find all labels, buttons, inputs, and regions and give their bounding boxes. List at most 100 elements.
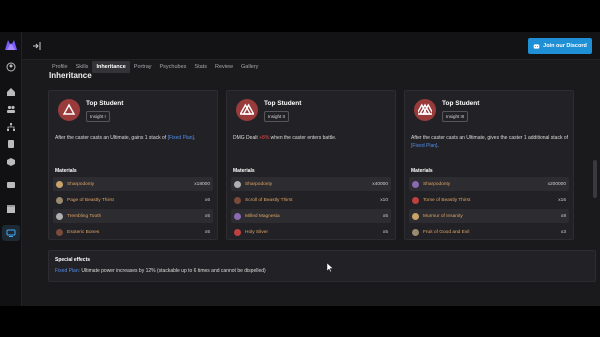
scroll-of-beastly-thirst-icon — [234, 196, 241, 204]
desc-highlight: +8% — [259, 135, 270, 141]
discord-label: Join our Discord — [543, 43, 587, 49]
special-effects-heading: Special effects — [55, 257, 91, 263]
letterbox-top — [0, 0, 600, 32]
insight-emblem-icon — [58, 99, 80, 121]
inheritance-card-1: Top Student Insight I After the caster c… — [48, 90, 218, 240]
material-row[interactable]: Holy Silver x5 — [231, 225, 391, 239]
tab-review[interactable]: Review — [211, 61, 237, 73]
material-quantity: x3 — [560, 229, 566, 235]
insight-badge: Insight III — [442, 111, 469, 122]
cube-icon[interactable] — [6, 157, 16, 167]
material-quantity: x6 — [204, 197, 210, 203]
insight-badge: Insight II — [264, 111, 290, 122]
desc-highlight[interactable]: [Fixed Plan] — [411, 143, 437, 149]
main-content: Inheritance Profile Skills Inheritance Port… — [22, 60, 600, 306]
material-name: Tome of Beastly Thirst — [423, 197, 471, 203]
card-title: Top Student — [442, 100, 480, 107]
fixed-plan-term[interactable]: Fixed Plan: — [55, 268, 80, 274]
card-title: Top Student — [264, 100, 302, 107]
material-quantity: x5 — [382, 213, 388, 219]
material-quantity: x5 — [204, 229, 210, 235]
insight-emblem-icon — [236, 99, 258, 121]
left-nav-rail — [0, 32, 22, 306]
material-quantity: x5 — [204, 213, 210, 219]
desc-highlight[interactable]: [Fixed Plan] — [168, 135, 194, 141]
page-of-beastly-thirst-icon — [56, 196, 63, 204]
material-name: Sharpodonty — [245, 181, 273, 187]
material-quantity: x8 — [560, 213, 566, 219]
special-effects-panel: Special effects Fixed Plan: Ultimate pow… — [48, 250, 596, 282]
material-row[interactable]: Page of Beastly Thirst x6 — [53, 193, 213, 207]
material-name: Fruit of Good and Evil — [423, 229, 470, 235]
book-icon[interactable] — [6, 139, 16, 149]
material-row[interactable]: Sharpodonty x18000 — [53, 177, 213, 191]
material-name: Milled Magnesia — [245, 213, 280, 219]
desc-text: After the caster casts an Ultimate, gain… — [55, 135, 168, 141]
material-row[interactable]: Scroll of Beastly Thirst x10 — [231, 193, 391, 207]
desc-text: DMG Dealt — [233, 135, 260, 141]
materials-heading: Materials — [233, 168, 255, 174]
card-description: After the caster casts an Ultimate, give… — [411, 134, 569, 150]
tab-psychubes[interactable]: Psychubes — [156, 61, 191, 73]
tome-of-beastly-thirst-icon — [412, 196, 419, 204]
material-row[interactable]: Esoteric Bones x5 — [53, 225, 213, 239]
desc-text: . — [193, 135, 196, 141]
card-icon[interactable] — [6, 180, 16, 190]
material-quantity: x40000 — [372, 181, 388, 187]
material-name: Holy Silver — [245, 229, 268, 235]
esoteric-bones-icon — [56, 228, 63, 236]
insight-badge: Insight I — [86, 111, 110, 122]
material-row[interactable]: Trembling Tooth x5 — [53, 209, 213, 223]
fixed-plan-description: Ultimate power increases by 12% (stackab… — [80, 268, 266, 274]
tab-portray[interactable]: Portray — [130, 61, 156, 73]
join-discord-button[interactable]: Join our Discord — [528, 38, 592, 54]
sharpodonty-icon — [56, 180, 63, 188]
material-row[interactable]: Murmur of Insanity x8 — [409, 209, 569, 223]
material-quantity: x16 — [558, 197, 566, 203]
desc-text: After the caster casts an Ultimate, give… — [411, 135, 569, 141]
material-name: Esoteric Bones — [67, 229, 100, 235]
fruit-of-good-and-evil-icon — [412, 228, 419, 236]
material-quantity: x5 — [382, 229, 388, 235]
materials-list: Sharpodonty x18000 Page of Beastly Thirs… — [53, 177, 213, 241]
material-name: Sharpodonty — [67, 181, 95, 187]
tab-inheritance[interactable]: Inheritance — [92, 61, 130, 73]
home-icon[interactable] — [6, 87, 16, 97]
material-row[interactable]: Milled Magnesia x5 — [231, 209, 391, 223]
users-icon[interactable] — [6, 104, 16, 114]
desc-text: when the caster enters battle. — [269, 135, 337, 141]
tab-skills[interactable]: Skills — [72, 61, 93, 73]
tab-gallery[interactable]: Gallery — [237, 61, 262, 73]
site-logo-icon[interactable] — [4, 38, 18, 52]
top-bar: Join our Discord — [22, 32, 600, 60]
material-name: Page of Beastly Thirst — [67, 197, 114, 203]
card-description: DMG Dealt +8% when the caster enters bat… — [233, 134, 391, 142]
insight-emblem-icon — [414, 99, 436, 121]
box-icon[interactable] — [6, 204, 16, 214]
holy-silver-icon — [234, 228, 241, 236]
scrollbar-thumb[interactable] — [593, 160, 597, 198]
material-quantity: x10 — [380, 197, 388, 203]
trembling-tooth-icon — [56, 212, 63, 220]
materials-list: Sharpodonty x200000 Tome of Beastly Thir… — [409, 177, 569, 241]
app-window: Join our Discord Inheritance Profile Skil… — [0, 32, 600, 306]
tab-bar: Profile Skills Inheritance Portray Psychubes… — [48, 61, 262, 75]
inheritance-card-2: Top Student Insight II DMG Dealt +8% whe… — [226, 90, 396, 240]
monitor-icon[interactable] — [6, 228, 16, 238]
tab-profile[interactable]: Profile — [48, 61, 72, 73]
desc-text: . — [437, 143, 439, 149]
card-title: Top Student — [86, 100, 124, 107]
tab-stats[interactable]: Stats — [190, 61, 211, 73]
letterbox-bottom — [0, 306, 600, 337]
material-row[interactable]: Sharpodonty x40000 — [231, 177, 391, 191]
card-description: After the caster casts an Ultimate, gain… — [55, 134, 213, 142]
user-circle-icon[interactable] — [6, 62, 16, 72]
expand-sidebar-icon[interactable] — [32, 41, 42, 51]
material-quantity: x200000 — [547, 181, 566, 187]
material-name: Scroll of Beastly Thirst — [245, 197, 293, 203]
material-row[interactable]: Fruit of Good and Evil x3 — [409, 225, 569, 239]
material-row[interactable]: Sharpodonty x200000 — [409, 177, 569, 191]
sitemap-icon[interactable] — [6, 122, 16, 132]
materials-heading: Materials — [55, 168, 77, 174]
material-row[interactable]: Tome of Beastly Thirst x16 — [409, 193, 569, 207]
